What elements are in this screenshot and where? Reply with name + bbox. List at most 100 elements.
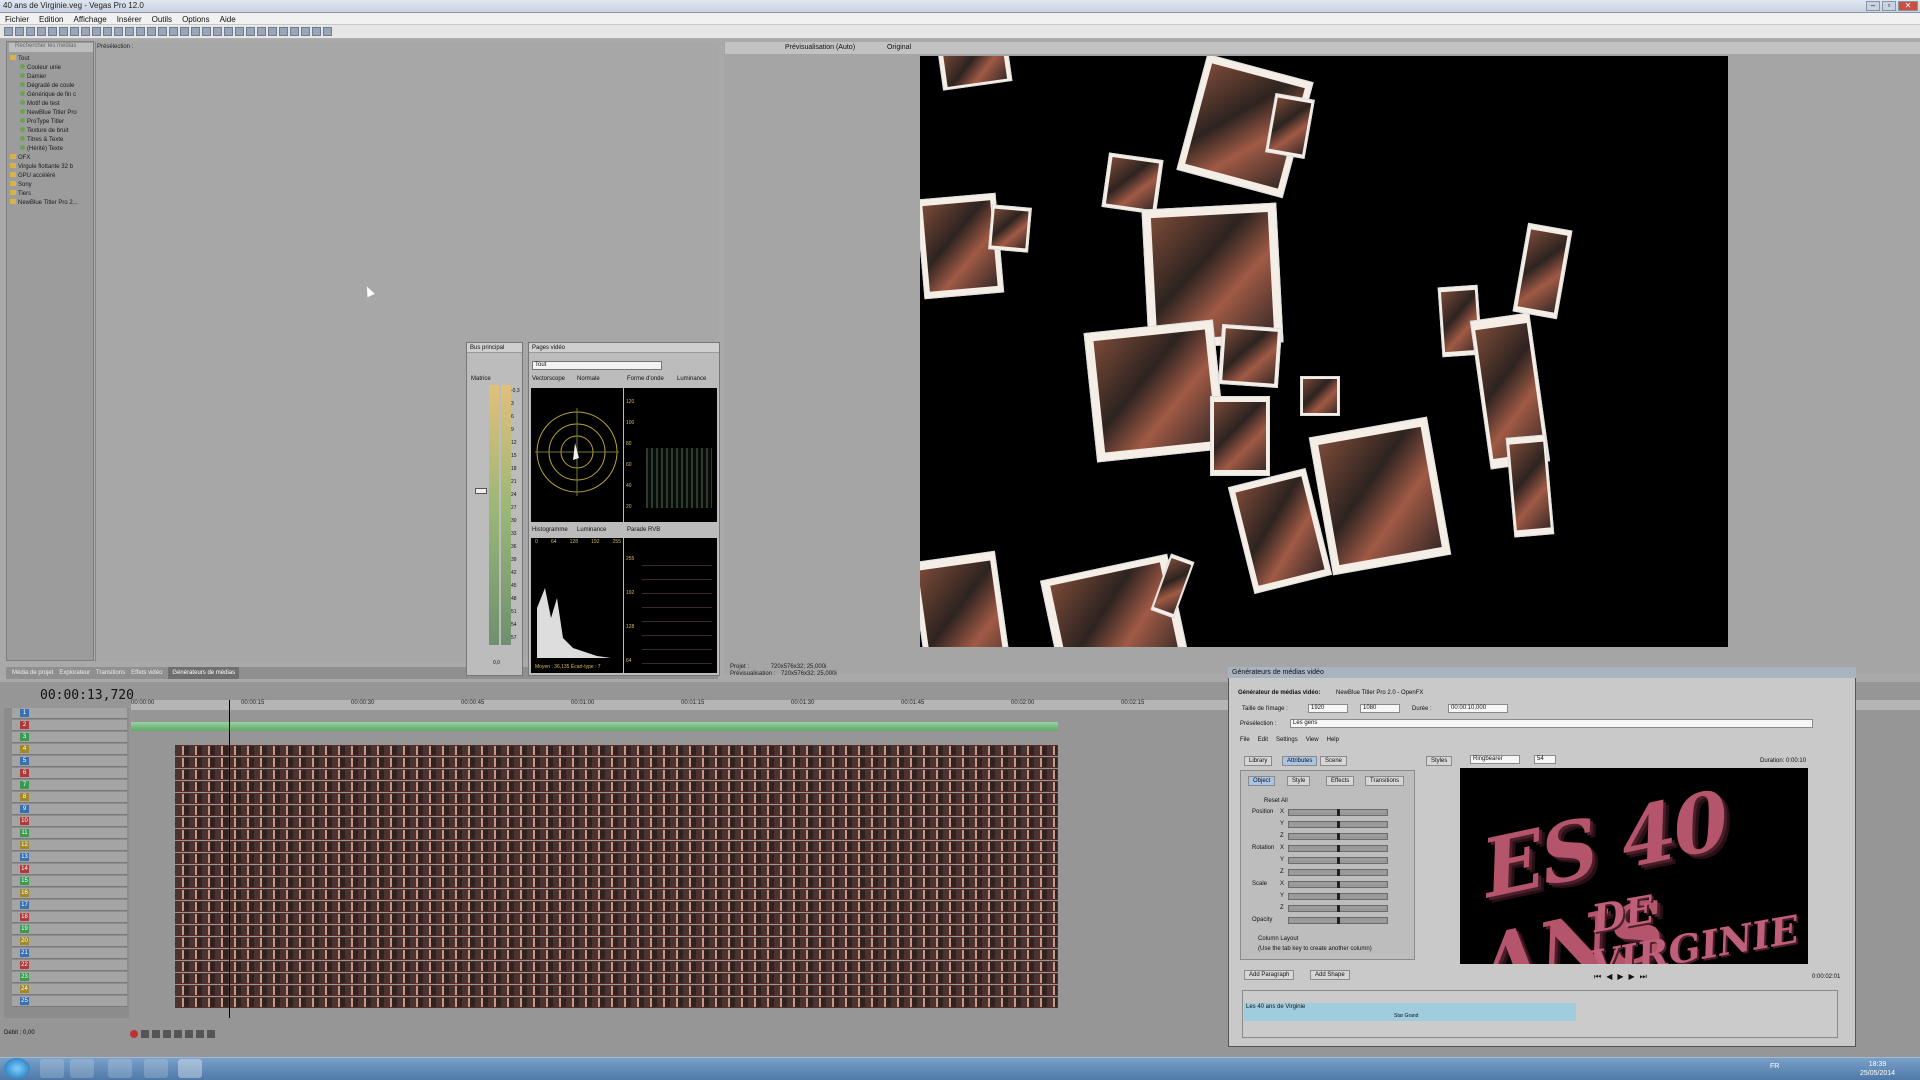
toolbar-button-icon[interactable] — [191, 27, 200, 36]
video-clip[interactable] — [175, 781, 1058, 792]
toolbar-button-icon[interactable] — [180, 27, 189, 36]
skip-start-icon[interactable]: ⏮ — [1594, 972, 1601, 982]
video-clip[interactable] — [175, 817, 1058, 828]
skip-end-icon[interactable]: ⏭ — [1640, 972, 1647, 982]
step-forward-icon[interactable]: ▶ — [1629, 972, 1635, 982]
transform-slider[interactable] — [1288, 869, 1388, 876]
slider-handle[interactable] — [1337, 893, 1340, 900]
video-clip[interactable] — [175, 805, 1058, 816]
tree-item[interactable]: OFX — [8, 154, 94, 163]
slider-handle[interactable] — [1337, 881, 1340, 888]
video-clip[interactable] — [175, 901, 1058, 912]
track-header[interactable]: 16 — [12, 888, 127, 899]
track-header[interactable]: 20 — [12, 936, 127, 947]
toolbar-button-icon[interactable] — [147, 27, 156, 36]
transform-slider[interactable] — [1288, 857, 1388, 864]
explorer-taskbar-icon[interactable] — [40, 1059, 64, 1078]
titler-menu-item[interactable]: Settings — [1276, 737, 1298, 743]
titler-menu-item[interactable]: Help — [1327, 737, 1339, 743]
titler-menu-item[interactable]: File — [1240, 737, 1250, 743]
toolbar-button-icon[interactable] — [92, 27, 101, 36]
titler-sub-tab[interactable]: Transitions — [1365, 776, 1405, 786]
luminance-label[interactable]: Luminance — [677, 376, 706, 382]
font-dropdown[interactable]: Ringbearer — [1470, 755, 1520, 764]
preset-dropdown[interactable]: Les gens — [1290, 719, 1813, 728]
track-header[interactable]: 25 — [12, 996, 127, 1007]
menu-item[interactable]: Fichier — [0, 13, 34, 24]
track-header[interactable]: 12 — [12, 840, 127, 851]
tree-item[interactable]: Motif de test — [8, 100, 94, 109]
video-clip[interactable] — [175, 829, 1058, 840]
track-header[interactable]: 19 — [12, 924, 127, 935]
track-header[interactable]: 22 — [12, 960, 127, 971]
toolbar-button-icon[interactable] — [202, 27, 211, 36]
tree-item[interactable]: Titres & Texte — [8, 136, 94, 145]
playhead[interactable] — [229, 700, 230, 1018]
video-clip[interactable] — [175, 937, 1058, 948]
tree-item[interactable]: Dégradé de coule — [8, 82, 94, 91]
track-header[interactable]: 21 — [12, 948, 127, 959]
menu-item[interactable]: Aide — [215, 13, 241, 24]
slider-handle[interactable] — [1337, 845, 1340, 852]
toolbar-button-icon[interactable] — [246, 27, 255, 36]
video-clip[interactable] — [175, 769, 1058, 780]
tree-item[interactable]: Texture de bruit — [8, 127, 94, 136]
toolbar-button-icon[interactable] — [323, 27, 332, 36]
vegas-taskbar-icon[interactable] — [178, 1059, 202, 1078]
titler-top-tab[interactable]: Attributes — [1282, 756, 1318, 766]
preview-size-dropdown[interactable]: Original — [887, 44, 911, 51]
start-button-icon[interactable] — [4, 1058, 30, 1079]
slider-handle[interactable] — [1337, 833, 1340, 840]
track-header[interactable]: 17 — [12, 900, 127, 911]
video-clip[interactable] — [175, 757, 1058, 768]
toolbar-button-icon[interactable] — [301, 27, 310, 36]
terminal-taskbar-icon[interactable] — [108, 1059, 132, 1078]
maximize-icon[interactable]: ▫ — [1882, 1, 1896, 11]
track-header[interactable]: 6 — [12, 768, 127, 779]
loop-icon[interactable] — [141, 1030, 149, 1038]
menu-item[interactable]: Edition — [34, 13, 68, 24]
titler-menu-item[interactable]: View — [1306, 737, 1319, 743]
track-header[interactable]: 4 — [12, 744, 127, 755]
dock-tab[interactable]: Générateurs de médias — [168, 667, 240, 679]
track-header[interactable]: 8 — [12, 792, 127, 803]
tree-item[interactable]: NewBlue Titler Pro — [8, 109, 94, 118]
minimize-icon[interactable]: ‒ — [1866, 1, 1880, 11]
track-header[interactable]: 23 — [12, 972, 127, 983]
record-icon[interactable] — [130, 1030, 138, 1038]
toolbar-button-icon[interactable] — [26, 27, 35, 36]
scopes-dropdown[interactable]: Tout — [532, 361, 662, 370]
tree-item[interactable]: NewBlue Titler Pro 2... — [8, 199, 94, 208]
titler-sub-tab[interactable]: Style — [1287, 776, 1311, 786]
titler-menu-item[interactable]: Edit — [1258, 737, 1268, 743]
track-header[interactable]: 2 — [12, 720, 127, 731]
video-clip[interactable] — [175, 913, 1058, 924]
prev-frame-icon[interactable] — [196, 1030, 204, 1038]
frame-height-input[interactable]: 1080 — [1360, 704, 1400, 713]
preview-quality-dropdown[interactable]: Prévisualisation (Auto) — [785, 44, 855, 51]
tree-item[interactable]: (Hérité) Texte — [8, 145, 94, 154]
toolbar-button-icon[interactable] — [70, 27, 79, 36]
tree-item[interactable]: GPU accéléré — [8, 172, 94, 181]
tree-item[interactable]: Virgule flottante 32 b — [8, 163, 94, 172]
system-clock[interactable]: 18:39 25/05/2014 — [1860, 1060, 1895, 1078]
tree-item[interactable]: Tiers — [8, 190, 94, 199]
bus-fader[interactable] — [475, 488, 487, 494]
titler-play-icon[interactable]: ▶ — [1617, 972, 1623, 982]
transform-slider[interactable] — [1288, 881, 1388, 888]
dock-tab[interactable]: Média de projet — [12, 667, 53, 679]
toolbar-button-icon[interactable] — [103, 27, 112, 36]
titler-sub-tab[interactable]: Effects — [1326, 776, 1355, 786]
toolbar-button-icon[interactable] — [114, 27, 123, 36]
video-clip[interactable] — [175, 997, 1058, 1008]
toolbar-button-icon[interactable] — [268, 27, 277, 36]
video-clip[interactable] — [175, 961, 1058, 972]
tree-item[interactable]: Générique de fin c — [8, 91, 94, 100]
font-size-dropdown[interactable]: 54 — [1534, 755, 1556, 764]
track-header[interactable]: 14 — [12, 864, 127, 875]
toolbar-button-icon[interactable] — [279, 27, 288, 36]
menu-item[interactable]: Options — [177, 13, 215, 24]
video-clip[interactable] — [175, 973, 1058, 984]
titler-top-tab[interactable]: Library — [1244, 756, 1273, 766]
transform-slider[interactable] — [1288, 845, 1388, 852]
